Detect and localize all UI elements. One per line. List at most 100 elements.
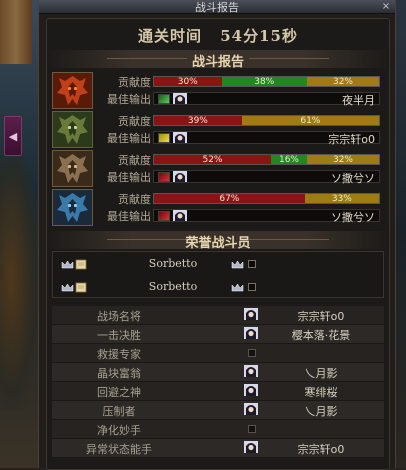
background-wood	[0, 0, 32, 64]
best-output-row: 夜半月	[153, 92, 380, 107]
contribution-segment: 16%	[271, 155, 307, 164]
best-output-label: 最佳输出	[107, 210, 151, 223]
weapon-icon	[158, 94, 170, 104]
award-row: 救援专家	[52, 344, 384, 363]
honor-header: 荣誉战斗员	[47, 231, 389, 251]
player-avatar-icon	[244, 384, 258, 396]
close-button[interactable]: ×	[379, 0, 393, 13]
contribution-segment: 33%	[304, 194, 379, 203]
award-title: 压制者	[102, 405, 136, 418]
contribution-bar: 39% 61%	[153, 115, 380, 126]
best-output-row: 宗宗轩o0	[153, 131, 380, 146]
award-row: 净化妙手	[52, 420, 384, 439]
player-avatar-icon	[244, 441, 258, 453]
contribution-segment: 67%	[154, 194, 305, 203]
award-player: 乀月影	[304, 405, 338, 418]
member-portrait	[52, 111, 93, 148]
member-card: 贡献度最佳输出 39% 61% 宗宗轩o0	[52, 111, 384, 148]
award-row: 晶块富翁 乀月影	[52, 363, 384, 382]
battle-report-title: 战斗报告	[191, 55, 244, 70]
contribution-label: 贡献度	[118, 154, 151, 167]
side-tab-button[interactable]: ◀	[4, 116, 22, 156]
honor-row: Sorbetto	[53, 276, 385, 298]
crown-icon	[61, 260, 74, 269]
player-avatar-icon	[244, 327, 258, 339]
contribution-segment: 61%	[241, 116, 379, 125]
best-output-player: ソ撒兮ソ	[331, 211, 375, 224]
weapon-icon	[158, 172, 170, 182]
contribution-segment: 39%	[154, 116, 242, 125]
player-avatar-icon	[173, 132, 187, 143]
award-player: 宗宗轩o0	[297, 310, 345, 323]
award-checkbox[interactable]	[248, 425, 256, 433]
honor-checkbox[interactable]	[248, 283, 256, 291]
player-avatar-icon	[173, 210, 187, 221]
best-output-player: ソ撒兮ソ	[331, 172, 375, 185]
player-avatar-icon	[173, 171, 187, 182]
contribution-segment: 32%	[307, 77, 379, 86]
best-output-label: 最佳输出	[107, 93, 151, 106]
weapon-icon	[158, 133, 170, 143]
scroll-icon	[75, 259, 87, 270]
honor-row: Sorbetto	[53, 253, 385, 275]
award-title: 晶块富翁	[97, 367, 141, 380]
award-player: 乀月影	[304, 367, 338, 380]
best-output-player: 宗宗轩o0	[328, 133, 375, 146]
member-card: 贡献度最佳输出 30% 38% 32% 夜半月	[52, 72, 384, 109]
honor-player-name: Sorbetto	[148, 257, 198, 270]
title-bar[interactable]: 战斗报告 ×	[39, 0, 395, 14]
award-row: 回避之神 寒绯桜	[52, 382, 384, 401]
crown-icon	[61, 283, 74, 292]
background-left	[0, 0, 38, 468]
battle-report-header: 战斗报告	[47, 50, 389, 70]
award-row: 一击决胜 樱本落·花景	[52, 325, 384, 344]
contribution-bar: 67% 33%	[153, 193, 380, 204]
best-output-label: 最佳输出	[107, 132, 151, 145]
award-row: 异常状态能手 宗宗轩o0	[52, 439, 384, 458]
report-panel: 通关时间 54分15秒 战斗报告 贡献度 最佳输出 30% 38% 32% 夜半月 贡献度最…	[46, 18, 390, 470]
award-title: 异常状态能手	[86, 443, 152, 456]
battle-report-window: 战斗报告 × 通关时间 54分15秒 战斗报告 贡献度 最佳输出 30% 38% 32%…	[38, 0, 396, 470]
contribution-bar: 30% 38% 32%	[153, 76, 380, 87]
weapon-icon	[158, 211, 170, 221]
clear-time: 通关时间 54分15秒	[47, 25, 389, 46]
contribution-bar: 52% 16% 32%	[153, 154, 380, 165]
background-glow	[0, 150, 38, 410]
member-card: 贡献度最佳输出 67% 33% ソ撒兮ソ	[52, 189, 384, 226]
clear-time-value: 54分15秒	[220, 27, 298, 45]
honor-list: Sorbetto Sorbetto	[52, 251, 384, 298]
crown-icon	[231, 283, 244, 292]
award-player: 寒绯桜	[304, 386, 338, 399]
member-portrait	[52, 189, 93, 226]
honor-checkbox[interactable]	[248, 260, 256, 268]
contribution-segment: 30%	[154, 77, 222, 86]
best-output-label: 最佳输出	[107, 171, 151, 184]
award-row: 战场名将 宗宗轩o0	[52, 306, 384, 325]
player-avatar-icon	[244, 403, 258, 415]
honor-player-name: Sorbetto	[148, 280, 198, 293]
award-player: 宗宗轩o0	[297, 443, 345, 456]
award-title: 战场名将	[97, 310, 141, 323]
player-avatar-icon	[244, 308, 258, 320]
best-output-player: 夜半月	[342, 94, 375, 107]
member-card: 贡献度最佳输出 52% 16% 32% ソ撒兮ソ	[52, 150, 384, 187]
scroll-icon	[75, 282, 87, 293]
contribution-label: 贡献度	[118, 115, 151, 128]
clear-time-label: 通关时间	[138, 27, 203, 45]
crown-icon	[231, 260, 244, 269]
award-title: 回避之神	[97, 386, 141, 399]
member-portrait	[52, 72, 93, 109]
award-checkbox[interactable]	[248, 349, 256, 357]
honor-title: 荣誉战斗员	[185, 236, 251, 251]
contribution-segment: 52%	[154, 155, 271, 164]
award-title: 一击决胜	[97, 329, 141, 342]
contribution-segment: 32%	[307, 155, 379, 164]
contribution-segment: 38%	[221, 77, 307, 86]
award-title: 净化妙手	[97, 424, 141, 437]
best-output-row: ソ撒兮ソ	[153, 209, 380, 224]
contribution-label: 贡献度	[118, 76, 151, 89]
window-title: 战斗报告	[195, 1, 239, 14]
contribution-label: 贡献度	[118, 193, 151, 206]
player-avatar-icon	[244, 365, 258, 377]
award-title: 救援专家	[97, 348, 141, 361]
